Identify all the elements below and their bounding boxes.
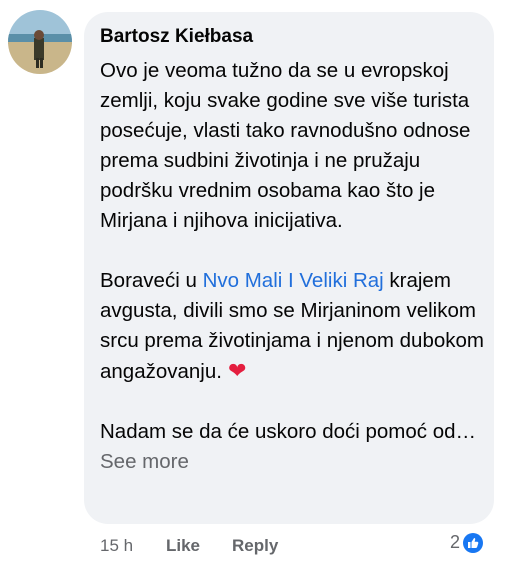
page-mention-link[interactable]: Nvo Mali I Veliki Raj (203, 269, 384, 292)
comment-timestamp[interactable]: 15 h (100, 536, 133, 556)
comment-paragraph-3: Nadam se da će uskoro doći pomoć od… See… (100, 417, 490, 477)
reply-button[interactable]: Reply (232, 536, 278, 556)
comment-bubble: Bartosz Kiełbasa Ovo je veoma tužno da s… (84, 12, 494, 524)
avatar[interactable] (8, 10, 72, 74)
paragraph-2-start: Boraveći u (100, 269, 203, 292)
comment-paragraph-2: Boraveći u Nvo Mali I Veliki Raj krajem … (100, 266, 490, 387)
comment-body: Ovo je veoma tužno da se u evropskoj zem… (100, 56, 490, 477)
comment-author[interactable]: Bartosz Kiełbasa (100, 26, 253, 48)
avatar-photo (8, 10, 72, 74)
comment-paragraph-1: Ovo je veoma tužno da se u evropskoj zem… (100, 59, 471, 232)
reaction-summary[interactable]: 2 (450, 532, 484, 553)
heart-emoji-icon: ❤ (227, 358, 247, 383)
like-thumb-icon (463, 532, 484, 553)
reaction-count: 2 (450, 532, 461, 552)
see-more-link[interactable]: See more (100, 450, 189, 473)
like-button[interactable]: Like (166, 536, 200, 556)
paragraph-3-text: Nadam se da će uskoro doći pomoć od… (100, 420, 477, 443)
